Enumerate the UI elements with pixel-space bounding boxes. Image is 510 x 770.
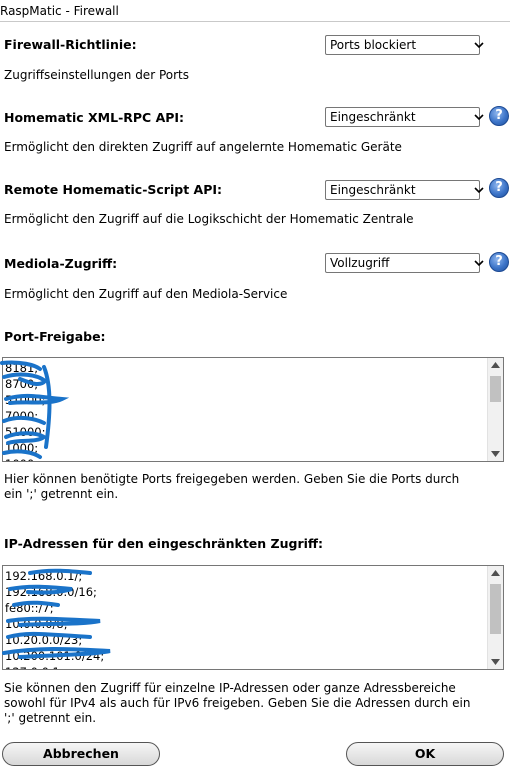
ip-help-line2: sowohl für IPv4 als auch für IPv6 freige…: [4, 696, 471, 710]
script-api-description: Ermöglicht den Zugriff auf die Logikschi…: [4, 212, 414, 226]
ip-scrollbar[interactable]: [487, 566, 503, 669]
ip-line: 192.168.0.1/;: [5, 569, 83, 583]
port-release-textarea[interactable]: 8181; 8700; 51000; 7000; 51000; 1000;1000;: [2, 357, 504, 462]
ip-line: 10.20.0.0/23;: [5, 633, 83, 647]
port-line: 1000;: [5, 441, 39, 455]
ip-help-line3: ';' getrennt ein.: [4, 711, 97, 725]
help-icon[interactable]: ?: [489, 106, 509, 126]
xmlrpc-value: Eingeschränkt: [330, 110, 416, 124]
script-api-value: Eingeschränkt: [330, 183, 416, 197]
window-title: RaspMatic - Firewall: [0, 4, 119, 18]
mediola-value: Vollzugriff: [330, 256, 390, 270]
firewall-policy-description: Zugriffseinstellungen der Ports: [4, 68, 189, 82]
firewall-policy-label: Firewall-Richtlinie:: [4, 37, 137, 52]
port-line: 8181;: [5, 361, 39, 375]
mediola-select[interactable]: Vollzugriff: [325, 253, 484, 273]
port-line: 1000;: [5, 456, 45, 461]
xmlrpc-select[interactable]: Eingeschränkt: [325, 107, 484, 127]
window-titlebar: RaspMatic - Firewall: [0, 0, 510, 22]
port-line: 8700;: [5, 377, 39, 391]
ip-line: 127.0.0.1;: [5, 664, 104, 669]
ip-line: 192.168.0.0/16;: [5, 585, 97, 599]
help-icon[interactable]: ?: [489, 178, 509, 198]
mediola-label: Mediola-Zugriff:: [4, 256, 118, 271]
ip-line: 10.200.101.0/24;: [5, 649, 105, 663]
mediola-description: Ermöglicht den Zugriff auf den Mediola-S…: [4, 287, 288, 301]
ip-address-textarea[interactable]: 192.168.0.1/;192.168.0.0/16;fe80::/7;10.…: [2, 565, 504, 670]
port-line: 7000;: [5, 409, 39, 423]
ip-line: 10.0.0.0/8;: [5, 617, 68, 631]
port-help-line1: Hier können benötigte Ports freigegeben …: [4, 472, 460, 486]
port-line: 51000;: [5, 393, 46, 407]
ip-address-label: IP-Adressen für den eingeschränkten Zugr…: [4, 536, 324, 551]
ip-help-line1: Sie können den Zugriff für einzelne IP-A…: [4, 681, 456, 695]
cancel-button[interactable]: Abbrechen: [2, 742, 160, 766]
xmlrpc-description: Ermöglicht den direkten Zugriff auf ange…: [4, 140, 402, 154]
firewall-policy-select[interactable]: Ports blockiert: [325, 35, 484, 55]
ip-lines: 192.168.0.1/;192.168.0.0/16;fe80::/7;10.…: [5, 568, 105, 669]
port-line: 51000;: [5, 425, 46, 439]
port-release-label: Port-Freigabe:: [4, 329, 106, 344]
script-api-select[interactable]: Eingeschränkt: [325, 180, 484, 200]
script-api-label: Remote Homematic-Script API:: [4, 182, 223, 197]
ok-button[interactable]: OK: [346, 742, 504, 766]
help-icon[interactable]: ?: [489, 252, 509, 272]
ip-line: fe80::/7;: [5, 601, 54, 615]
xmlrpc-label: Homematic XML-RPC API:: [4, 110, 185, 125]
firewall-policy-value: Ports blockiert: [330, 38, 417, 52]
port-lines: 8181; 8700; 51000; 7000; 51000; 1000;1000;: [5, 360, 46, 461]
port-scrollbar[interactable]: [487, 358, 503, 461]
port-help-line2: ein ';' getrennt ein.: [4, 487, 119, 501]
